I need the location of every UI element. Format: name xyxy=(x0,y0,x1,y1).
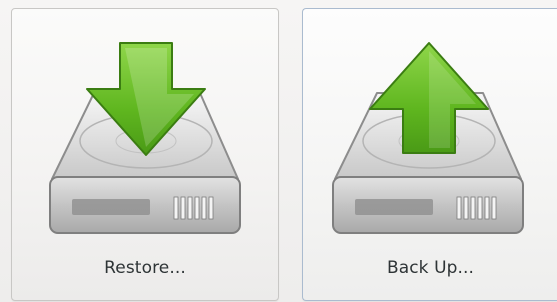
drive-backup-icon xyxy=(332,42,524,234)
drive-restore-icon xyxy=(49,42,241,234)
restore-button[interactable]: Restore... xyxy=(11,8,279,301)
backup-actions-pane: Restore... Back Up... xyxy=(0,0,557,302)
back-up-label: Back Up... xyxy=(386,258,475,278)
back-up-button[interactable]: Back Up... xyxy=(302,8,557,301)
restore-label: Restore... xyxy=(104,258,186,278)
